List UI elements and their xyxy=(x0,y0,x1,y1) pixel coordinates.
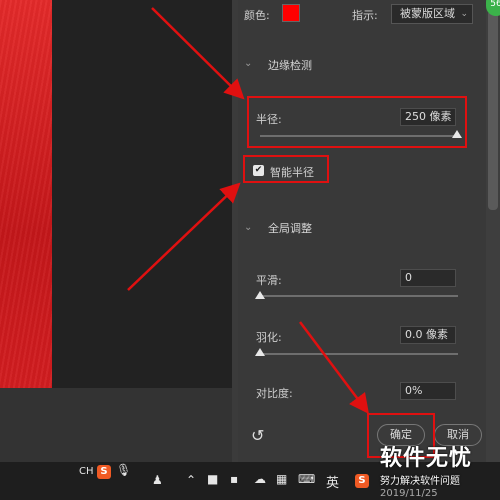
ime-mode-label[interactable]: 英 xyxy=(326,472,339,491)
contrast-input[interactable]: 0% xyxy=(400,382,456,400)
keyboard-icon[interactable]: ⌨ xyxy=(298,472,315,486)
sogou-icon[interactable]: S xyxy=(355,474,369,488)
reset-icon[interactable]: ↺ xyxy=(251,426,264,445)
mic-icon[interactable]: 🎙 xyxy=(116,463,131,477)
chevron-down-icon[interactable]: ⌄ xyxy=(244,58,252,69)
canvas-area xyxy=(0,0,232,462)
watermark-subtitle: 努力解决软件问题 xyxy=(380,476,460,487)
smooth-input[interactable]: 0 xyxy=(400,269,456,287)
tray-app-icon[interactable]: ▦ xyxy=(276,472,287,486)
taskbar-date: 2019/11/25 xyxy=(380,488,438,499)
panel-scrollbar[interactable] xyxy=(486,0,500,462)
watermark: 软件无忧 努力解决软件问题 2019/11/25 xyxy=(380,440,500,500)
feather-slider-thumb[interactable] xyxy=(255,348,265,356)
mask-color-swatch[interactable] xyxy=(282,4,300,22)
edge-detect-title: 边缘检测 xyxy=(268,59,312,72)
tray-up-icon[interactable]: ⌃ xyxy=(186,473,196,487)
chevron-down-icon[interactable]: ⌄ xyxy=(244,222,252,233)
smooth-slider-track[interactable] xyxy=(260,295,458,297)
highlight-smart-radius xyxy=(243,155,329,183)
lang-indicator[interactable]: CH xyxy=(79,466,94,477)
highlight-radius xyxy=(247,96,467,148)
canvas-background xyxy=(0,388,232,462)
sogou-icon[interactable]: S xyxy=(97,465,111,479)
feather-label: 羽化: xyxy=(256,331,282,344)
chevron-down-icon: ⌄ xyxy=(460,9,468,19)
smooth-slider-thumb[interactable] xyxy=(255,291,265,299)
indicator-select-value: 被蒙版区域 xyxy=(400,7,455,20)
indicator-label: 指示: xyxy=(352,9,378,22)
color-label: 颜色: xyxy=(244,9,270,22)
tray-network-icon[interactable]: ☁ xyxy=(254,472,266,486)
tray-app-icon[interactable]: ■ xyxy=(207,472,218,486)
global-adjust-title: 全局调整 xyxy=(268,222,312,235)
smooth-label: 平滑: xyxy=(256,274,282,287)
feather-slider-track[interactable] xyxy=(260,353,458,355)
tray-app-icon[interactable]: ▪ xyxy=(230,472,238,486)
indicator-select[interactable]: 被蒙版区域 ⌄ xyxy=(391,4,473,24)
watermark-title: 软件无忧 xyxy=(380,446,473,471)
image-preview xyxy=(0,0,52,388)
feather-input[interactable]: 0.0 像素 xyxy=(400,326,456,344)
scrollbar-thumb[interactable] xyxy=(488,10,498,210)
contrast-label: 对比度: xyxy=(256,387,293,400)
people-icon[interactable]: ♟ xyxy=(152,473,163,487)
